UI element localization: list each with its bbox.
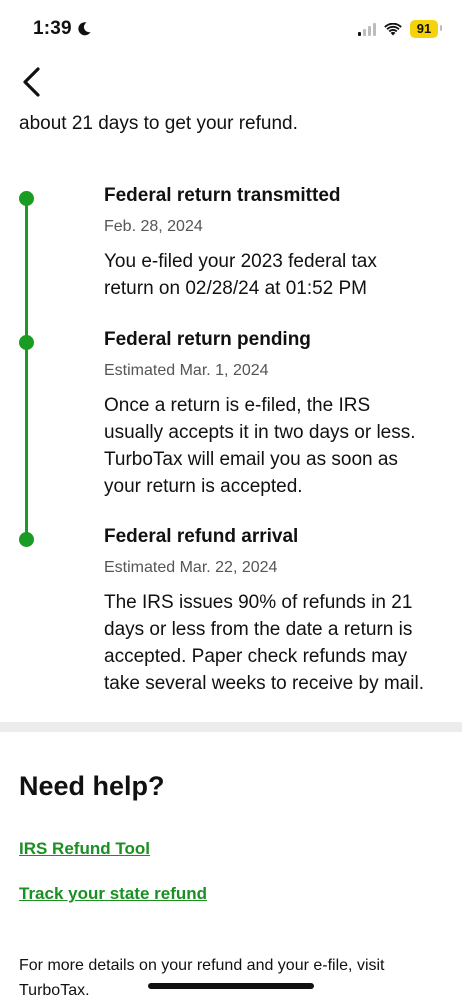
screen: 1:39 91 about 21 days to get your refund… — [0, 0, 462, 999]
chevron-left-icon — [23, 67, 40, 97]
help-title: Need help? — [19, 771, 165, 801]
timeline-step-body: Federal return pending Estimated Mar. 1,… — [52, 326, 444, 500]
battery-indicator: 91 — [410, 20, 442, 38]
timeline-dot — [19, 191, 34, 206]
timeline-step-body: Federal refund arrival Estimated Mar. 22… — [52, 523, 444, 697]
step-title: Federal refund arrival — [104, 526, 299, 547]
step-date: Estimated Mar. 22, 2024 — [104, 559, 278, 576]
status-time-wrap: 1:39 — [33, 18, 92, 40]
timeline-step: Federal return transmitted Feb. 28, 2024… — [0, 182, 462, 302]
wifi-icon — [384, 22, 402, 35]
irs-refund-tool-link[interactable]: IRS Refund Tool — [19, 837, 150, 861]
step-description: The IRS issues 90% of refunds in 21 days… — [104, 592, 424, 694]
home-indicator[interactable] — [148, 983, 314, 989]
section-divider — [0, 722, 462, 732]
track-state-refund-link[interactable]: Track your state refund — [19, 882, 207, 906]
timeline-dot — [19, 532, 34, 547]
status-time: 1:39 — [33, 18, 72, 39]
moon-icon — [78, 22, 91, 36]
timeline-step-body: Federal return transmitted Feb. 28, 2024… — [52, 182, 444, 302]
back-button[interactable] — [16, 62, 46, 102]
timeline-step: Federal refund arrival Estimated Mar. 22… — [0, 523, 462, 697]
intro-text: about 21 days to get your refund. — [19, 113, 298, 134]
footer-text: For more details on your refund and your… — [19, 957, 385, 999]
step-description: You e-filed your 2023 federal tax return… — [104, 251, 377, 299]
step-title: Federal return pending — [104, 329, 311, 350]
signal-icon — [358, 22, 376, 36]
status-icons: 91 — [358, 20, 442, 38]
step-description: Once a return is e-filed, the IRS usuall… — [104, 395, 416, 497]
status-bar: 1:39 91 — [0, 0, 462, 56]
timeline-step: Federal return pending Estimated Mar. 1,… — [0, 326, 462, 500]
step-title: Federal return transmitted — [104, 185, 341, 206]
timeline-dot — [19, 335, 34, 350]
step-date: Feb. 28, 2024 — [104, 218, 203, 235]
step-date: Estimated Mar. 1, 2024 — [104, 362, 269, 379]
